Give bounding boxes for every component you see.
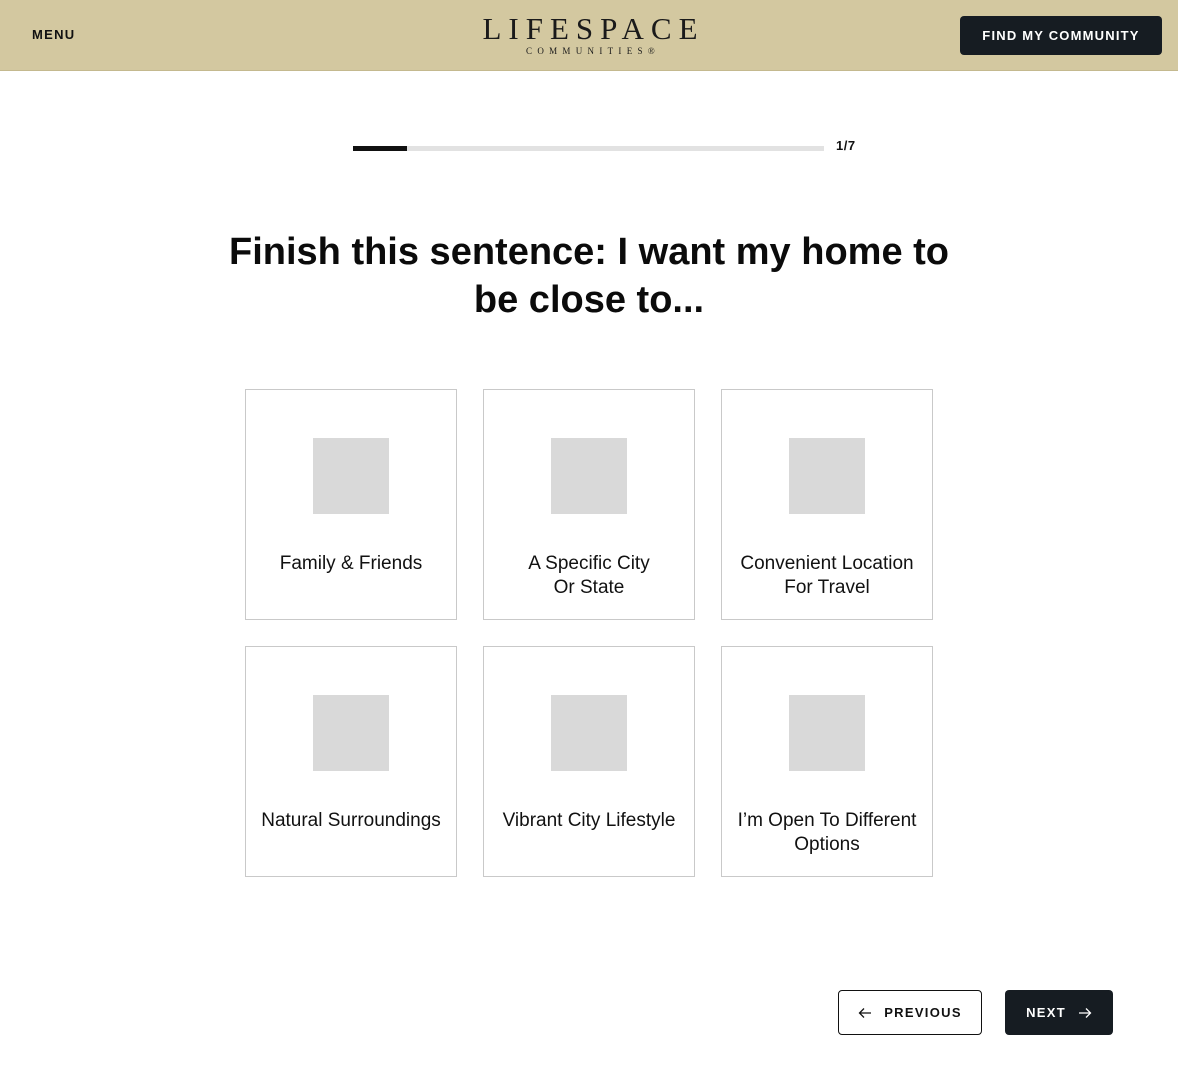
option-grid: Family & Friends A Specific City Or Stat… [245, 389, 933, 877]
image-placeholder-icon [313, 438, 389, 514]
lifespace-logo[interactable]: LIFESPACE COMMUNITIES® [470, 11, 710, 57]
previous-label: PREVIOUS [884, 1005, 962, 1020]
progress-bar [353, 146, 824, 151]
image-placeholder-icon [789, 695, 865, 771]
option-card-open-options[interactable]: I’m Open To Different Options [721, 646, 933, 877]
option-label: Convenient Location For Travel [740, 553, 914, 598]
option-label: I’m Open To Different Options [737, 810, 917, 855]
option-card-natural-surroundings[interactable]: Natural Surroundings [245, 646, 457, 877]
image-placeholder-icon [551, 695, 627, 771]
arrow-right-icon [1078, 1006, 1092, 1020]
option-label: Vibrant City Lifestyle [502, 810, 676, 831]
previous-button[interactable]: PREVIOUS [838, 990, 982, 1035]
logo-subtitle: COMMUNITIES® [526, 46, 660, 56]
option-card-vibrant-city[interactable]: Vibrant City Lifestyle [483, 646, 695, 877]
next-button[interactable]: NEXT [1005, 990, 1113, 1035]
option-label: Natural Surroundings [261, 810, 441, 831]
option-label: A Specific City Or State [528, 553, 650, 598]
find-my-community-button[interactable]: FIND MY COMMUNITY [960, 16, 1162, 55]
image-placeholder-icon [551, 438, 627, 514]
next-label: NEXT [1026, 1005, 1066, 1020]
progress-bar-fill [353, 146, 407, 151]
option-card-specific-city[interactable]: A Specific City Or State [483, 389, 695, 620]
question-heading: Finish this sentence: I want my home to … [229, 231, 949, 321]
option-label: Family & Friends [279, 553, 423, 574]
progress-step-label: 1/7 [836, 138, 856, 153]
image-placeholder-icon [313, 695, 389, 771]
option-card-family-friends[interactable]: Family & Friends [245, 389, 457, 620]
site-header: MENU LIFESPACE COMMUNITIES® FIND MY COMM… [0, 0, 1178, 71]
logo-wordmark: LIFESPACE [482, 11, 705, 46]
option-card-convenient-location[interactable]: Convenient Location For Travel [721, 389, 933, 620]
image-placeholder-icon [789, 438, 865, 514]
arrow-left-icon [858, 1006, 872, 1020]
menu-button[interactable]: MENU [32, 27, 75, 42]
